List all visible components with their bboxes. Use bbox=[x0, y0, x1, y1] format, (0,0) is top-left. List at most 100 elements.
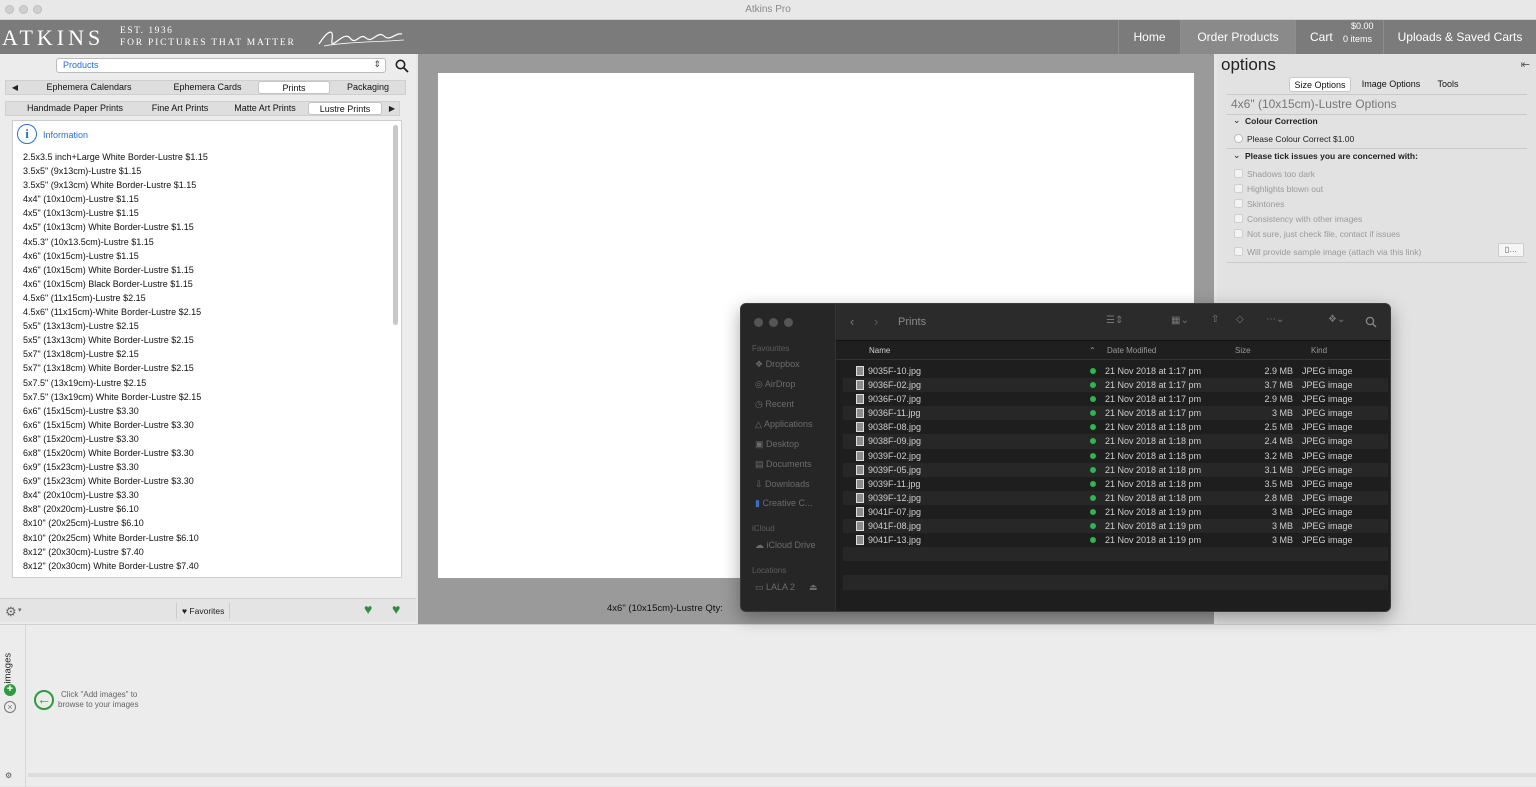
column-size[interactable]: Size bbox=[1235, 346, 1251, 355]
issues-section[interactable]: Please tick issues you are concerned wit… bbox=[1245, 151, 1418, 161]
tab-ephemera-calendars[interactable]: Ephemera Calendars bbox=[30, 81, 148, 94]
sidebar-item-airdrop[interactable]: ◎ AirDrop bbox=[755, 379, 795, 390]
product-list-scrollbar[interactable] bbox=[393, 125, 398, 325]
add-images-label[interactable]: Add images bbox=[0, 639, 14, 684]
finder-zoom-button[interactable] bbox=[784, 318, 793, 327]
issue-checkbox[interactable] bbox=[1234, 214, 1243, 223]
nav-order-products[interactable]: Order Products bbox=[1180, 20, 1295, 54]
tab-image-options[interactable]: Image Options bbox=[1353, 77, 1429, 92]
product-item[interactable]: 6x9" (15x23cm)-Lustre $3.30 bbox=[23, 460, 208, 474]
file-row[interactable]: 9035F-10.jpg 21 Nov 2018 at 1:17 pm 2.9 MB… bbox=[843, 364, 1388, 378]
sidebar-item-applications[interactable]: △ Applications bbox=[755, 419, 812, 430]
product-item[interactable]: 3.5x5" (9x13cm) White Border-Lustre $1.1… bbox=[23, 178, 208, 192]
tab-matte-art-prints[interactable]: Matte Art Prints bbox=[222, 102, 308, 115]
file-row[interactable]: 9036F-07.jpg 21 Nov 2018 at 1:17 pm 2.9 MB… bbox=[843, 392, 1388, 406]
file-row[interactable]: 9039F-12.jpg 21 Nov 2018 at 1:18 pm 2.8 MB… bbox=[843, 490, 1388, 505]
tab-packaging[interactable]: Packaging bbox=[332, 81, 404, 94]
action-menu-icon[interactable]: ⋯⌄ bbox=[1266, 314, 1284, 325]
forward-arrow-icon[interactable]: › bbox=[874, 314, 878, 329]
sidebar-item-desktop[interactable]: ▣ Desktop bbox=[755, 439, 799, 450]
nav-home[interactable]: Home bbox=[1118, 20, 1180, 54]
nav-cart[interactable]: Cart $0.00 0 items bbox=[1295, 20, 1383, 54]
back-arrow-icon[interactable]: ‹ bbox=[850, 314, 854, 329]
tab-tools[interactable]: Tools bbox=[1429, 77, 1467, 92]
nav-uploads-saved-carts[interactable]: Uploads & Saved Carts bbox=[1383, 20, 1536, 54]
tab-lustre-prints[interactable]: Lustre Prints bbox=[308, 102, 382, 115]
colour-correct-radio[interactable] bbox=[1234, 134, 1243, 143]
tab-fine-art-prints[interactable]: Fine Art Prints bbox=[140, 102, 220, 115]
finder-close-button[interactable] bbox=[754, 318, 763, 327]
tab-size-options[interactable]: Size Options bbox=[1289, 77, 1351, 92]
sidebar-item-lala2[interactable]: ▭ LALA 2 ⏏ bbox=[755, 582, 818, 593]
product-item[interactable]: 4x6" (10x15cm)-Lustre $1.15 bbox=[23, 249, 208, 263]
product-item[interactable]: 6x9" (15x23cm) White Border-Lustre $3.30 bbox=[23, 474, 208, 488]
column-date-modified[interactable]: Date Modified bbox=[1107, 346, 1156, 355]
sidebar-item-creative-cloud[interactable]: ▮ Creative C... bbox=[755, 498, 812, 509]
sidebar-item-recent[interactable]: ◷ Recent bbox=[755, 399, 794, 410]
tab-prints[interactable]: Prints bbox=[258, 81, 330, 94]
product-item[interactable]: 6x6" (15x15cm)-Lustre $3.30 bbox=[23, 404, 208, 418]
file-row[interactable]: 9038F-09.jpg 21 Nov 2018 at 1:18 pm 2.4 MB… bbox=[843, 434, 1388, 449]
file-row[interactable]: 9036F-11.jpg 21 Nov 2018 at 1:17 pm 3 MB JP… bbox=[843, 406, 1388, 421]
sidebar-item-icloud-drive[interactable]: ☁ iCloud Drive bbox=[755, 540, 816, 551]
information-link[interactable]: Information bbox=[43, 130, 88, 140]
list-view-icon[interactable]: ☰⇕ bbox=[1106, 315, 1123, 326]
product-item[interactable]: 8x10" (20x25cm) White Border-Lustre $6.1… bbox=[23, 531, 208, 545]
issue-checkbox[interactable] bbox=[1234, 247, 1243, 256]
file-row[interactable]: 9036F-02.jpg 21 Nov 2018 at 1:17 pm 3.7 MB… bbox=[843, 378, 1388, 393]
column-kind[interactable]: Kind bbox=[1311, 346, 1327, 355]
tray-scrollbar[interactable] bbox=[28, 773, 1536, 777]
sidebar-item-dropbox[interactable]: ❖ Dropbox bbox=[755, 359, 800, 370]
remove-images-icon[interactable]: × bbox=[4, 701, 16, 713]
product-item[interactable]: 4x5" (10x13cm)-Lustre $1.15 bbox=[23, 206, 208, 220]
file-row[interactable]: 9041F-13.jpg 21 Nov 2018 at 1:19 pm 3 MB JP… bbox=[843, 533, 1388, 547]
product-item[interactable]: 2.5x3.5 inch+Large White Border-Lustre $… bbox=[23, 150, 208, 164]
product-item[interactable]: 4.5x6" (11x15cm)-Lustre $2.15 bbox=[23, 291, 208, 305]
file-row[interactable]: 9038F-08.jpg 21 Nov 2018 at 1:18 pm 2.5 MB… bbox=[843, 420, 1388, 434]
product-item[interactable]: 4.5x6" (11x15cm)-White Border-Lustre $2.… bbox=[23, 305, 208, 319]
tab-scroll-left-icon[interactable]: ◀ bbox=[8, 81, 22, 94]
product-item[interactable]: 5x7.5" (13x19cm) White Border-Lustre $2.… bbox=[23, 390, 208, 404]
sort-ascending-icon[interactable]: ⌃ bbox=[1089, 346, 1096, 355]
file-row[interactable]: 9039F-02.jpg 21 Nov 2018 at 1:18 pm 3.2 MB… bbox=[843, 449, 1388, 463]
chevron-down-icon[interactable]: ⌄ bbox=[1233, 115, 1241, 126]
collapse-panel-icon[interactable]: ⇤ bbox=[1521, 58, 1530, 71]
eject-icon[interactable]: ⏏ bbox=[809, 582, 818, 592]
product-item[interactable]: 3.5x5" (9x13cm)-Lustre $1.15 bbox=[23, 164, 208, 178]
dropbox-menu-icon[interactable]: ❖⌄ bbox=[1328, 314, 1345, 325]
product-item[interactable]: 4x6" (10x15cm) White Border-Lustre $1.15 bbox=[23, 263, 208, 277]
add-images-icon[interactable]: + bbox=[4, 684, 16, 696]
finder-search-icon[interactable] bbox=[1365, 316, 1377, 328]
gear-menu-arrow-icon[interactable]: ▾ bbox=[18, 606, 22, 614]
sidebar-item-downloads[interactable]: ⇩ Downloads bbox=[755, 479, 810, 490]
product-item[interactable]: 8x4" (20x10cm)-Lustre $3.30 bbox=[23, 488, 208, 502]
product-item[interactable]: 4x5.3" (10x13.5cm)-Lustre $1.15 bbox=[23, 235, 208, 249]
file-row[interactable]: 9041F-08.jpg 21 Nov 2018 at 1:19 pm 3 MB JP… bbox=[843, 519, 1388, 534]
favorites-button[interactable]: ♥ Favorites bbox=[176, 603, 231, 619]
tab-ephemera-cards[interactable]: Ephemera Cards bbox=[150, 81, 265, 94]
gear-icon[interactable]: ⚙ bbox=[5, 604, 17, 620]
product-item[interactable]: 8x12" (20x30cm) White Border-Lustre $7.4… bbox=[23, 559, 208, 573]
remove-favorite-icon[interactable]: ♥ bbox=[392, 601, 400, 617]
column-name[interactable]: Name bbox=[869, 346, 890, 355]
product-item[interactable]: 8x12" (20x30cm)-Lustre $7.40 bbox=[23, 545, 208, 559]
product-item[interactable]: 5x5" (13x13cm) White Border-Lustre $2.15 bbox=[23, 333, 208, 347]
product-item[interactable]: 4x5" (10x13cm) White Border-Lustre $1.15 bbox=[23, 220, 208, 234]
file-row[interactable]: 9041F-07.jpg 21 Nov 2018 at 1:19 pm 3 MB JP… bbox=[843, 505, 1388, 519]
product-item[interactable]: 4x4" (10x10cm)-Lustre $1.15 bbox=[23, 192, 208, 206]
search-icon[interactable] bbox=[395, 59, 409, 73]
info-icon[interactable]: i bbox=[17, 124, 37, 144]
product-item[interactable]: 6x8" (15x20cm)-Lustre $3.30 bbox=[23, 432, 208, 446]
tab-scroll-right-icon[interactable]: ▶ bbox=[385, 102, 399, 115]
finder-minimize-button[interactable] bbox=[769, 318, 778, 327]
chevron-down-icon[interactable]: ⌄ bbox=[1233, 150, 1241, 161]
sidebar-item-documents[interactable]: ▤ Documents bbox=[755, 459, 812, 470]
product-item[interactable]: 6x8" (15x20cm) White Border-Lustre $3.30 bbox=[23, 446, 208, 460]
product-item[interactable]: 6x6" (15x15cm) White Border-Lustre $3.30 bbox=[23, 418, 208, 432]
product-item[interactable]: 5x7" (13x18cm)-Lustre $2.15 bbox=[23, 347, 208, 361]
file-row[interactable]: 9039F-05.jpg 21 Nov 2018 at 1:18 pm 3.1 MB… bbox=[843, 462, 1388, 477]
product-item[interactable]: 5x7.5" (13x19cm)-Lustre $2.15 bbox=[23, 376, 208, 390]
group-view-icon[interactable]: ▦⌄ bbox=[1171, 315, 1189, 326]
colour-correction-section[interactable]: Colour Correction bbox=[1245, 116, 1318, 126]
tray-settings-icon[interactable]: ⚙ bbox=[5, 771, 12, 780]
